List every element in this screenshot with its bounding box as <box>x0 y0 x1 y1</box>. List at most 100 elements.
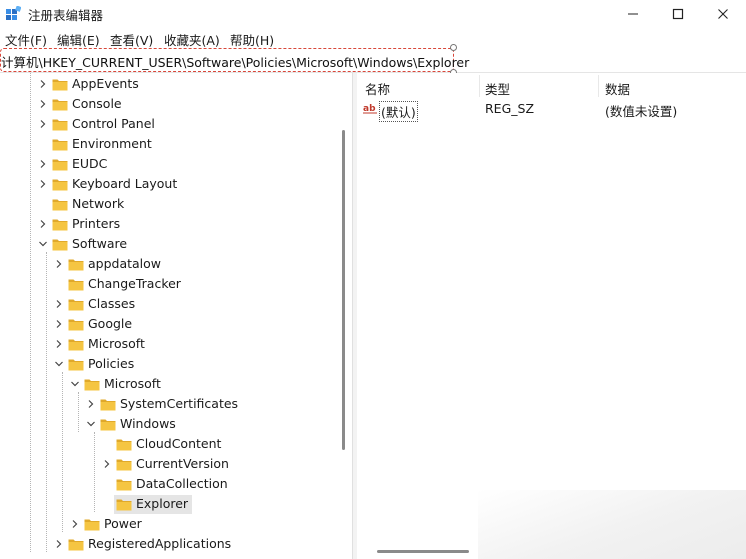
close-icon <box>718 8 728 19</box>
folder-icon <box>68 319 84 331</box>
column-divider[interactable] <box>479 75 480 97</box>
tree-item[interactable]: appdatalow <box>0 254 340 274</box>
folder-icon <box>52 139 68 151</box>
folder-icon <box>52 159 68 171</box>
column-header-data[interactable]: 数据 <box>605 79 630 98</box>
chevron-right-icon[interactable] <box>54 259 64 269</box>
value-data: (数值未设置) <box>605 104 678 119</box>
tree-item[interactable]: Printers <box>0 214 340 234</box>
values-horizontal-scrollbar[interactable] <box>377 550 469 553</box>
chevron-right-icon[interactable] <box>38 99 48 109</box>
chevron-right-icon[interactable] <box>70 519 80 529</box>
tree-item[interactable]: Keyboard Layout <box>0 174 340 194</box>
chevron-down-icon[interactable] <box>86 419 96 429</box>
close-button[interactable] <box>700 0 746 27</box>
registry-editor-icon <box>6 6 21 20</box>
tree-item-label: Keyboard Layout <box>72 176 178 191</box>
tree-item-label: appdatalow <box>88 256 162 271</box>
menu-bar: 文件(F) 编辑(E) 查看(V) 收藏夹(A) 帮助(H) <box>0 27 746 48</box>
tree-item[interactable]: Network <box>0 194 340 214</box>
tree-item[interactable]: Software <box>0 234 340 254</box>
tree-item[interactable]: Windows <box>0 414 340 434</box>
chevron-right-icon[interactable] <box>54 339 64 349</box>
tree-item-label: Control Panel <box>72 116 155 131</box>
tree-item-label: Windows <box>120 416 176 431</box>
folder-icon <box>116 499 132 511</box>
folder-icon <box>52 99 68 111</box>
chevron-right-icon[interactable] <box>38 79 48 89</box>
folder-icon <box>116 439 132 451</box>
chevron-right-icon[interactable] <box>38 159 48 169</box>
corner-fade <box>478 490 746 559</box>
tree-item[interactable]: DataCollection <box>0 474 340 494</box>
tree-item-label: EUDC <box>72 156 108 171</box>
tree-item[interactable]: AppEvents <box>0 74 340 94</box>
tree-item[interactable]: Classes <box>0 294 340 314</box>
tree-item[interactable]: EUDC <box>0 154 340 174</box>
minimize-button[interactable] <box>610 0 656 27</box>
tree-item-label: Software <box>72 236 128 251</box>
folder-icon <box>84 379 100 391</box>
chevron-down-icon[interactable] <box>38 239 48 249</box>
chevron-right-icon[interactable] <box>38 179 48 189</box>
folder-icon <box>100 419 116 431</box>
tree-item-label: DataCollection <box>136 476 228 491</box>
value-row[interactable]: ab (默认) REG_SZ (数值未设置) <box>357 99 746 122</box>
tree-item[interactable]: Policies <box>0 354 340 374</box>
folder-icon <box>52 219 68 231</box>
tree-item[interactable]: Power <box>0 514 340 534</box>
tree-item[interactable]: Microsoft <box>0 374 340 394</box>
tree-item[interactable]: Microsoft <box>0 334 340 354</box>
value-type: REG_SZ <box>485 101 535 116</box>
tree-item[interactable]: CloudContent <box>0 434 340 454</box>
tree-item[interactable]: Explorer <box>0 494 340 514</box>
folder-icon <box>52 79 68 91</box>
chevron-right-icon[interactable] <box>54 319 64 329</box>
chevron-right-icon[interactable] <box>102 459 112 469</box>
tree-item-label: Environment <box>72 136 152 151</box>
tree-item-label: CurrentVersion <box>136 456 229 471</box>
tree-item[interactable]: Google <box>0 314 340 334</box>
folder-icon <box>52 119 68 131</box>
chevron-down-icon[interactable] <box>54 359 64 369</box>
folder-icon <box>84 519 100 531</box>
tree-item-label: Microsoft <box>88 336 145 351</box>
tree-item[interactable]: SystemCertificates <box>0 394 340 414</box>
tree-item-label: SystemCertificates <box>120 396 239 411</box>
chevron-right-icon[interactable] <box>54 299 64 309</box>
folder-icon <box>52 239 68 251</box>
folder-icon <box>68 299 84 311</box>
column-header-type[interactable]: 类型 <box>485 79 510 98</box>
string-value-icon: ab <box>363 104 377 114</box>
title-bar: 注册表编辑器 <box>0 0 746 27</box>
chevron-down-icon[interactable] <box>70 379 80 389</box>
address-path[interactable]: 计算机\HKEY_CURRENT_USER\Software\Policies\… <box>1 52 469 71</box>
chevron-right-icon[interactable] <box>86 399 96 409</box>
tree-item[interactable]: CurrentVersion <box>0 454 340 474</box>
tree-item[interactable]: Environment <box>0 134 340 154</box>
tree-item-label: ChangeTracker <box>88 276 181 291</box>
tree-scrollbar[interactable] <box>342 130 345 450</box>
tree-item-label: Microsoft <box>104 376 161 391</box>
column-header-name[interactable]: 名称 <box>365 79 390 98</box>
tree-item[interactable]: Control Panel <box>0 114 340 134</box>
tree-item-label: Printers <box>72 216 121 231</box>
folder-icon <box>100 399 116 411</box>
minimize-icon <box>628 13 638 14</box>
folder-icon <box>52 179 68 191</box>
chevron-right-icon[interactable] <box>38 219 48 229</box>
chevron-right-icon[interactable] <box>54 539 64 549</box>
tree-item[interactable]: RegisteredApplications <box>0 534 340 554</box>
maximize-button[interactable] <box>655 0 701 27</box>
tree-item[interactable]: Console <box>0 94 340 114</box>
folder-icon <box>68 279 84 291</box>
key-tree-pane[interactable]: AppEvents Console Control Panel Environment… <box>0 73 352 559</box>
chevron-right-icon[interactable] <box>38 119 48 129</box>
tree-item-label: Policies <box>88 356 135 371</box>
address-bar[interactable]: 计算机\HKEY_CURRENT_USER\Software\Policies\… <box>0 44 746 76</box>
tree-item-label: RegisteredApplications <box>88 536 232 551</box>
column-divider[interactable] <box>598 75 599 97</box>
folder-icon <box>68 539 84 551</box>
tree-item[interactable]: ChangeTracker <box>0 274 340 294</box>
tree-item-label: CloudContent <box>136 436 222 451</box>
